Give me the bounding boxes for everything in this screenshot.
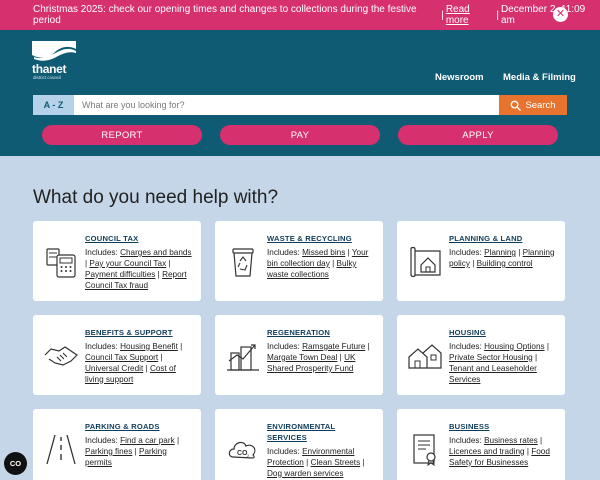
announcement-banner: Christmas 2025: check our opening times …: [0, 0, 600, 30]
includes-label: Includes:: [267, 446, 300, 456]
card-link[interactable]: Parking fines: [85, 447, 132, 456]
a-z-button[interactable]: A - Z: [33, 95, 74, 115]
includes-label: Includes:: [449, 341, 482, 351]
card-body: HOUSING Includes: Housing Options | Priva…: [449, 328, 559, 386]
card-link[interactable]: Clean Streets: [311, 458, 361, 467]
includes-label: Includes:: [449, 435, 482, 445]
card-title[interactable]: PARKING & ROADS: [85, 422, 195, 433]
nav-media-filming[interactable]: Media & Filming: [503, 72, 576, 83]
house-plan-icon: [407, 243, 443, 279]
card-title[interactable]: BUSINESS: [449, 422, 559, 433]
close-icon[interactable]: ✕: [553, 7, 568, 22]
service-card[interactable]: BUSINESS Includes: Business rates | Licen…: [397, 409, 565, 480]
card-link[interactable]: Dog warden services: [267, 469, 343, 478]
card-link[interactable]: Housing Options: [484, 342, 545, 351]
cookie-settings-button[interactable]: CO: [4, 452, 27, 475]
includes-label: Includes:: [85, 247, 118, 257]
card-body: PARKING & ROADS Includes: Find a car park…: [85, 422, 195, 469]
card-title[interactable]: REGENERATION: [267, 328, 377, 339]
banner-message: Christmas 2025: check our opening times …: [33, 4, 417, 26]
card-link[interactable]: Universal Credit: [85, 364, 143, 373]
co2-cloud-icon: CO 2: [225, 431, 261, 467]
card-title[interactable]: HOUSING: [449, 328, 559, 339]
card-link[interactable]: Missed bins: [302, 248, 345, 257]
banner-datetime: December 2, 11:09 am: [500, 4, 586, 26]
card-link[interactable]: Licences and trading: [449, 447, 525, 456]
card-body: WASTE & RECYCLING Includes: Missed bins |…: [267, 234, 377, 281]
card-link[interactable]: Planning: [484, 248, 516, 257]
includes-label: Includes:: [267, 341, 300, 351]
search-bar: A - Z Search: [33, 95, 567, 115]
card-title[interactable]: COUNCIL TAX: [85, 234, 195, 245]
card-link[interactable]: Pay your Council Tax: [89, 259, 166, 268]
card-link[interactable]: Council Tax Support: [85, 353, 158, 362]
search-button[interactable]: Search: [499, 95, 567, 115]
card-body: BUSINESS Includes: Business rates | Licen…: [449, 422, 559, 469]
service-card[interactable]: BENEFITS & SUPPORT Includes: Housing Bene…: [33, 315, 201, 395]
card-body: COUNCIL TAX Includes: Charges and bands |…: [85, 234, 195, 292]
handshake-icon: [43, 337, 79, 373]
card-link[interactable]: Tenant and Leaseholder Services: [449, 364, 537, 384]
service-card[interactable]: CO 2 ENVIRONMENTAL SERVICES Includes: Envir…: [215, 409, 383, 480]
card-link[interactable]: Building control: [477, 259, 533, 268]
card-title[interactable]: WASTE & RECYCLING: [267, 234, 377, 245]
includes-label: Includes:: [85, 435, 118, 445]
service-card[interactable]: REGENERATION Includes: Ramsgate Future | …: [215, 315, 383, 395]
page-heading: What do you need help with?: [33, 187, 279, 208]
wave-icon: [32, 41, 76, 61]
search-input[interactable]: [74, 95, 499, 115]
read-more-link[interactable]: Read more: [446, 4, 495, 26]
card-link[interactable]: Business rates: [484, 436, 538, 445]
includes-label: Includes:: [267, 247, 300, 257]
card-link[interactable]: Housing Benefit: [120, 342, 178, 351]
service-card[interactable]: COUNCIL TAX Includes: Charges and bands |…: [33, 221, 201, 301]
search-button-label: Search: [525, 99, 556, 111]
building-growth-icon: [225, 337, 261, 373]
svg-text:2: 2: [247, 453, 250, 458]
service-card[interactable]: HOUSING Includes: Housing Options | Priva…: [397, 315, 565, 395]
card-body: ENVIRONMENTAL SERVICES Includes: Environm…: [267, 422, 377, 480]
pay-button[interactable]: PAY: [220, 125, 380, 145]
road-icon: [43, 431, 79, 467]
service-card[interactable]: PARKING & ROADS Includes: Find a car park…: [33, 409, 201, 480]
recycling-bin-icon: [225, 243, 261, 279]
card-body: BENEFITS & SUPPORT Includes: Housing Bene…: [85, 328, 195, 386]
logo-subtext: district council: [33, 75, 62, 80]
site-header: thanet district council Newsroom Media &…: [0, 30, 600, 156]
card-title[interactable]: PLANNING & LAND: [449, 234, 559, 245]
includes-label: Includes:: [449, 247, 482, 257]
service-card[interactable]: PLANNING & LAND Includes: Planning | Plan…: [397, 221, 565, 301]
calculator-icon: [43, 243, 79, 279]
card-link[interactable]: Margate Town Deal: [267, 353, 337, 362]
card-link[interactable]: Charges and bands: [120, 248, 191, 257]
houses-icon: [407, 337, 443, 373]
search-icon: [511, 100, 522, 111]
card-title[interactable]: BENEFITS & SUPPORT: [85, 328, 195, 339]
service-card[interactable]: WASTE & RECYCLING Includes: Missed bins |…: [215, 221, 383, 301]
card-title[interactable]: ENVIRONMENTAL SERVICES: [267, 422, 377, 444]
card-link[interactable]: Payment difficulties: [85, 270, 155, 279]
card-link[interactable]: Private Sector Housing: [449, 353, 533, 362]
includes-label: Includes:: [85, 341, 118, 351]
council-logo[interactable]: thanet district council: [32, 41, 76, 83]
card-body: REGENERATION Includes: Ramsgate Future | …: [267, 328, 377, 375]
card-link[interactable]: Ramsgate Future: [302, 342, 365, 351]
card-body: PLANNING & LAND Includes: Planning | Plan…: [449, 234, 559, 270]
report-button[interactable]: REPORT: [42, 125, 202, 145]
logo-text: thanet: [32, 62, 67, 76]
card-link[interactable]: Find a car park: [120, 436, 175, 445]
apply-button[interactable]: APPLY: [398, 125, 558, 145]
nav-newsroom[interactable]: Newsroom: [435, 72, 484, 83]
certificate-icon: [407, 431, 443, 467]
